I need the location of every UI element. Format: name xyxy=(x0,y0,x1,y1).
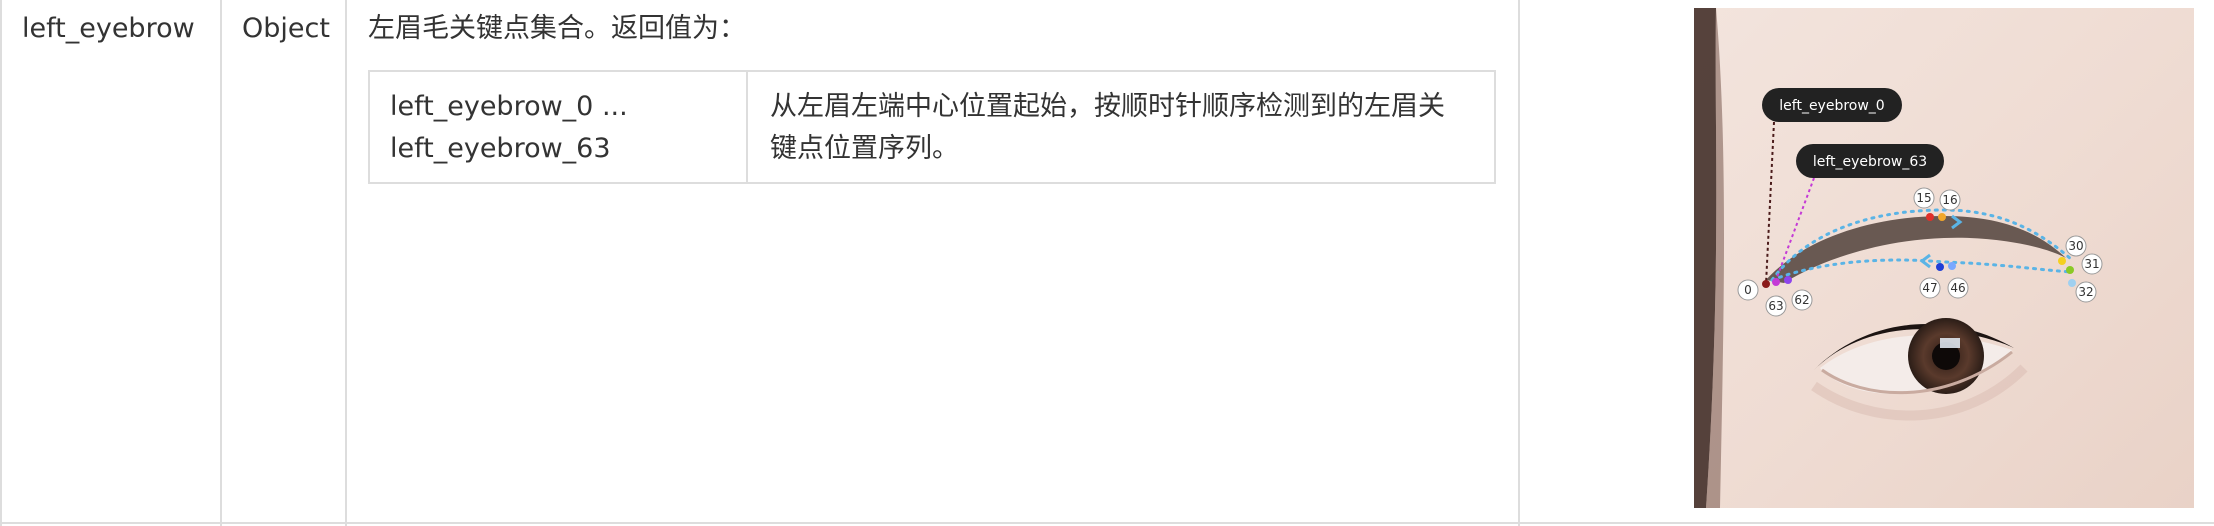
label-31: 31 xyxy=(2081,253,2103,275)
label-0: 0 xyxy=(1737,279,1759,301)
field-type: Object xyxy=(242,13,330,44)
svg-text:0: 0 xyxy=(1744,283,1752,297)
label-46: 46 xyxy=(1947,277,1969,299)
label-62: 62 xyxy=(1791,289,1813,311)
label-16: 16 xyxy=(1939,189,1961,211)
svg-text:31: 31 xyxy=(2084,257,2099,271)
label-32: 32 xyxy=(2075,281,2097,303)
attribute-table: left_eyebrow Object 左眉毛关键点集合。返回值为： left_… xyxy=(0,0,2214,526)
svg-text:16: 16 xyxy=(1942,193,1957,207)
svg-text:63: 63 xyxy=(1768,299,1783,313)
field-description: 左眉毛关键点集合。返回值为： xyxy=(368,13,746,44)
nested-key-cell: left_eyebrow_0 ... left_eyebrow_63 xyxy=(390,86,628,170)
keypoint-15 xyxy=(1926,213,1934,221)
label-15: 15 xyxy=(1913,187,1935,209)
label-47: 47 xyxy=(1919,277,1941,299)
nested-desc-cell: 从左眉左端中心位置起始，按顺时针顺序检测到的左眉关 键点位置序列。 xyxy=(770,86,1490,170)
svg-text:15: 15 xyxy=(1916,191,1931,205)
keypoint-63 xyxy=(1772,278,1780,286)
nested-desc-line-1: 从左眉左端中心位置起始，按顺时针顺序检测到的左眉关 xyxy=(770,91,1445,122)
field-name: left_eyebrow xyxy=(22,13,195,44)
nested-column-divider xyxy=(746,72,748,182)
column-divider-1 xyxy=(220,0,222,526)
nested-return-table: left_eyebrow_0 ... left_eyebrow_63 从左眉左端… xyxy=(368,70,1496,184)
svg-text:46: 46 xyxy=(1950,281,1965,295)
keypoint-30 xyxy=(2058,257,2066,265)
svg-text:left_eyebrow_0: left_eyebrow_0 xyxy=(1779,98,1884,114)
keypoint-46 xyxy=(1948,262,1956,270)
table-border-left xyxy=(0,0,2,526)
svg-text:62: 62 xyxy=(1794,293,1809,307)
keypoint-32 xyxy=(2068,279,2076,287)
svg-text:32: 32 xyxy=(2078,285,2093,299)
nested-key-line-2: left_eyebrow_63 xyxy=(390,133,611,164)
keypoint-47 xyxy=(1936,263,1944,271)
keypoint-31 xyxy=(2066,266,2074,274)
eye-highlight xyxy=(1940,338,1960,348)
label-30: 30 xyxy=(2065,235,2087,257)
keypoint-16 xyxy=(1938,213,1946,221)
column-divider-2 xyxy=(345,0,347,526)
svg-text:47: 47 xyxy=(1922,281,1937,295)
keypoint-0 xyxy=(1762,280,1770,288)
svg-text:30: 30 xyxy=(2068,239,2083,253)
column-divider-3 xyxy=(1518,0,1520,526)
row-bottom-border xyxy=(0,522,2214,524)
skin-background xyxy=(1694,8,2194,508)
label-63: 63 xyxy=(1765,295,1787,317)
callout-left-eyebrow-0: left_eyebrow_0 xyxy=(1762,88,1902,122)
callout-left-eyebrow-63: left_eyebrow_63 xyxy=(1796,144,1944,178)
keypoint-62 xyxy=(1784,276,1792,284)
svg-text:left_eyebrow_63: left_eyebrow_63 xyxy=(1813,154,1927,170)
nested-desc-line-2: 键点位置序列。 xyxy=(770,133,959,164)
eyebrow-keypoints-illustration: 0 63 62 15 16 30 31 32 47 46 left_eyebro… xyxy=(1694,8,2194,508)
nested-key-line-1: left_eyebrow_0 ... xyxy=(390,91,628,122)
